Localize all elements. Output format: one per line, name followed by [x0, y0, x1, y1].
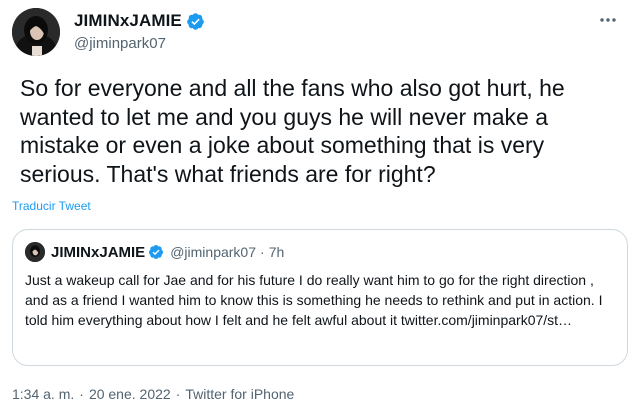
quoted-tweet[interactable]: JIMINxJAMIE @jiminpark07 · 7h Just a wak…: [12, 229, 628, 366]
more-horizontal-icon[interactable]: [596, 10, 620, 30]
separator-dot: ·: [79, 386, 84, 402]
tweet-header: JIMINxJAMIE @jiminpark07: [12, 8, 628, 56]
quoted-handle: @jiminpark07: [170, 244, 257, 260]
separator-dot: ·: [175, 386, 181, 402]
quoted-tweet-header: JIMINxJAMIE @jiminpark07 · 7h: [25, 242, 284, 262]
display-name[interactable]: JIMINxJAMIE: [74, 11, 182, 31]
quoted-tweet-text: Just a wakeup call for Jae and for his f…: [25, 272, 603, 328]
tweet-date[interactable]: 20 ene. 2022: [89, 386, 171, 402]
quoted-avatar: [25, 242, 45, 262]
quoted-timestamp[interactable]: 7h: [269, 244, 285, 260]
author-names: JIMINxJAMIE @jiminpark07: [74, 10, 205, 52]
translate-tweet-link[interactable]: Traducir Tweet: [12, 199, 91, 213]
verified-badge-icon: [149, 245, 164, 259]
verified-badge-icon: [187, 12, 204, 30]
avatar[interactable]: [12, 8, 60, 56]
quoted-display-name: JIMINxJAMIE: [51, 243, 146, 261]
avatar-image: [12, 8, 60, 56]
tweet-time[interactable]: 1:34 a. m.: [12, 386, 74, 402]
tweet-source[interactable]: Twitter for iPhone: [185, 386, 294, 402]
separator-dot: ·: [260, 244, 265, 260]
tweet-metadata: 1:34 a. m. · 20 ene. 2022 · Twitter for …: [12, 386, 294, 402]
tweet-text: So for everyone and all the fans who als…: [20, 75, 565, 187]
author-handle[interactable]: @jiminpark07: [74, 35, 205, 52]
